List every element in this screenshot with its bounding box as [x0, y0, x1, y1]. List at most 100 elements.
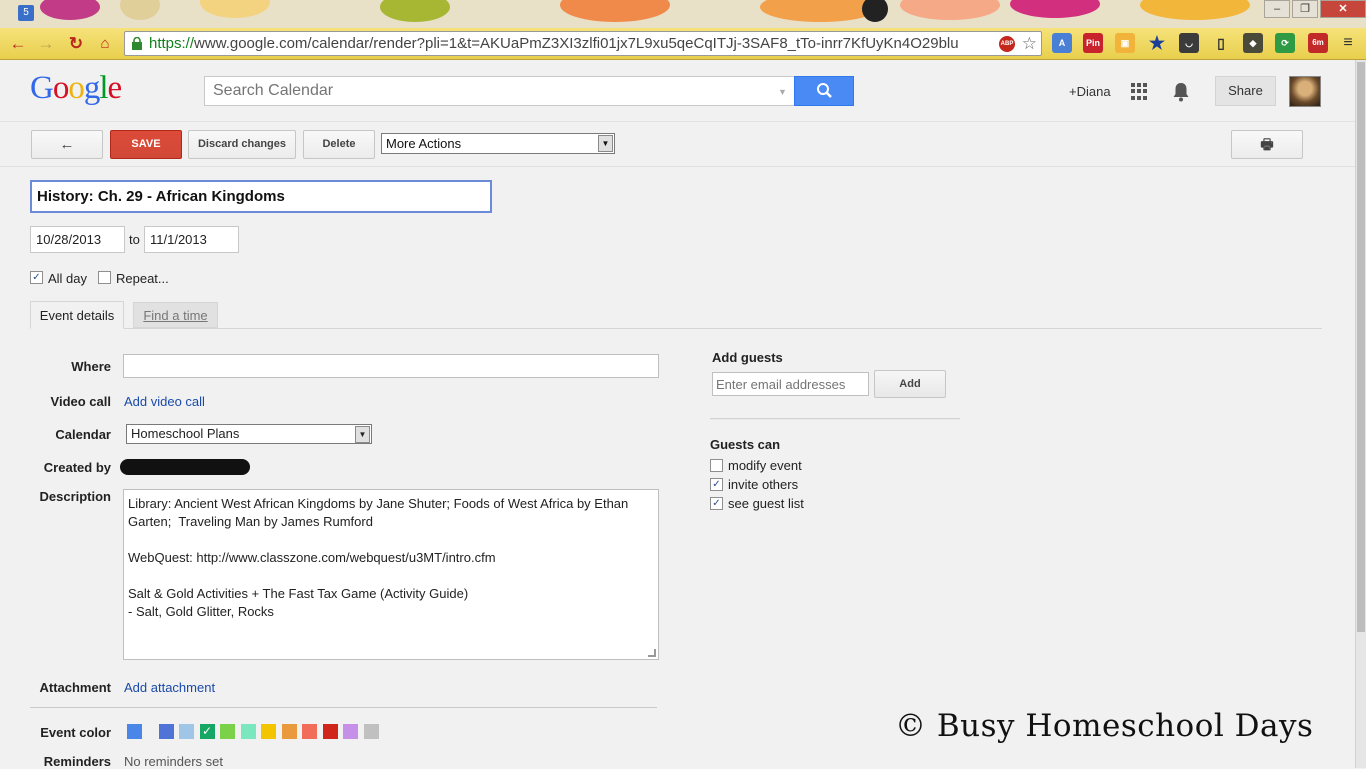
logo-letter: o	[52, 70, 69, 106]
description-textarea[interactable]: Library: Ancient West African Kingdoms b…	[123, 489, 659, 660]
resize-grip-icon[interactable]	[648, 649, 656, 657]
dropdown-arrow-icon: ▼	[598, 135, 613, 152]
decor-flower	[40, 0, 100, 20]
add-guests-title: Add guests	[712, 350, 783, 365]
forward-icon[interactable]: →	[36, 34, 56, 54]
lock-icon	[132, 37, 142, 50]
tab-find-a-time[interactable]: Find a time	[133, 302, 218, 328]
all-day-checkbox[interactable]: ✓	[30, 271, 43, 284]
more-actions-label: More Actions	[386, 136, 462, 151]
guest-email-input[interactable]	[712, 372, 869, 396]
event-color-swatch[interactable]: ✓	[199, 724, 215, 739]
guest-option-checkbox[interactable]: ✓	[710, 478, 723, 491]
video-call-label: Video call	[50, 394, 111, 409]
avatar[interactable]	[1289, 76, 1321, 107]
maximize-button[interactable]: ❐	[1292, 0, 1318, 18]
watermark-text: © Busy Homeschool Days	[895, 708, 1314, 744]
event-color-swatch[interactable]	[343, 724, 358, 739]
tag-icon[interactable]: ◆	[1243, 33, 1263, 53]
guest-option-label: invite others	[728, 477, 799, 492]
end-date-input[interactable]: 11/1/2013	[144, 226, 239, 253]
user-profile-link[interactable]: +Diana	[1069, 84, 1111, 99]
adblock-icon[interactable]: ABP	[999, 36, 1015, 52]
logo-letter: o	[68, 70, 84, 106]
dropdown-arrow-icon: ▼	[355, 426, 370, 443]
pocket-icon[interactable]: ◡	[1179, 33, 1199, 53]
event-color-swatch[interactable]	[363, 724, 379, 739]
google-logo[interactable]: Google	[30, 70, 123, 107]
where-label: Where	[71, 359, 111, 374]
guest-option-checkbox[interactable]	[710, 459, 723, 472]
event-color-swatch[interactable]	[220, 724, 235, 739]
more-actions-select[interactable]: More Actions ▼	[381, 133, 615, 154]
reminders-value: No reminders set	[124, 754, 223, 769]
save-button[interactable]: SAVE	[110, 130, 182, 159]
url-scheme: https://	[149, 35, 195, 52]
apps-grid-icon[interactable]	[1131, 83, 1148, 100]
redacted-creator	[120, 459, 250, 475]
decor-flower	[200, 0, 270, 18]
calendar-label: Calendar	[55, 427, 111, 442]
guest-option-checkbox[interactable]: ✓	[710, 497, 723, 510]
repeat-label: Repeat...	[116, 271, 169, 286]
tab-favicon[interactable]: 5	[18, 5, 34, 21]
repeat-checkbox[interactable]	[98, 271, 111, 284]
bookmark-star-icon[interactable]: ☆	[1022, 32, 1037, 55]
browser-toolbar: ← → ↻ ⌂ https://www.google.com/calendar/…	[0, 28, 1366, 60]
sync-icon[interactable]: ⟳	[1275, 33, 1295, 53]
pinterest-icon[interactable]: Pin	[1083, 33, 1103, 53]
scrollbar-thumb[interactable]	[1357, 62, 1365, 632]
tab-event-details[interactable]: Event details	[30, 301, 124, 329]
event-color-swatch[interactable]	[261, 724, 276, 739]
translate-icon[interactable]: A	[1052, 33, 1072, 53]
phone-icon[interactable]: ▯	[1211, 33, 1231, 53]
add-guest-button[interactable]: Add	[874, 370, 946, 398]
notifications-bell-icon[interactable]	[1172, 82, 1190, 102]
timer-icon[interactable]: 6m	[1308, 33, 1328, 53]
divider	[710, 418, 960, 420]
divider	[30, 707, 657, 708]
back-icon[interactable]: ←	[8, 34, 28, 54]
discard-changes-button[interactable]: Discard changes	[188, 130, 296, 159]
attachment-label: Attachment	[39, 680, 111, 695]
delete-button[interactable]: Delete	[303, 130, 375, 159]
event-color-swatch[interactable]	[240, 724, 256, 739]
all-day-label: All day	[48, 271, 88, 286]
menu-icon[interactable]: ≡	[1338, 33, 1358, 53]
window-controls: – ❐ ✕	[1262, 0, 1366, 20]
start-date-input[interactable]: 10/28/2013	[30, 226, 125, 253]
search-input[interactable]	[204, 76, 795, 106]
star-extension-icon[interactable]: ★	[1147, 33, 1167, 53]
reload-icon[interactable]: ↻	[66, 34, 86, 54]
search-icon	[817, 83, 832, 98]
event-title-input[interactable]	[30, 180, 492, 213]
print-button[interactable]: 🖶	[1231, 130, 1303, 159]
share-button[interactable]: Share	[1215, 76, 1276, 106]
where-input[interactable]	[123, 354, 659, 378]
event-color-swatch[interactable]	[302, 724, 317, 739]
extension-icon[interactable]: ▣	[1115, 33, 1135, 53]
event-color-swatch[interactable]	[127, 724, 142, 739]
search-button[interactable]	[794, 76, 854, 106]
logo-letter: e	[107, 70, 123, 106]
event-color-swatch[interactable]	[281, 724, 297, 739]
description-text: Library: Ancient West African Kingdoms b…	[128, 496, 629, 619]
decor-flower	[120, 0, 160, 20]
add-video-call-link[interactable]: Add video call	[124, 394, 205, 409]
calendar-select[interactable]: Homeschool Plans ▼	[126, 424, 372, 444]
add-attachment-link[interactable]: Add attachment	[124, 680, 215, 695]
back-to-calendar-button[interactable]: ←	[31, 130, 103, 159]
home-icon[interactable]: ⌂	[95, 34, 115, 54]
event-color-swatch[interactable]	[158, 724, 174, 739]
guest-option-label: modify event	[728, 458, 802, 473]
address-bar[interactable]: https://www.google.com/calendar/render?p…	[124, 31, 1042, 56]
decor-flower	[1140, 0, 1250, 20]
close-button[interactable]: ✕	[1320, 0, 1366, 18]
google-bar: Google ▼ +Diana Share	[0, 60, 1355, 122]
description-label: Description	[39, 489, 111, 504]
minimize-button[interactable]: –	[1264, 0, 1290, 18]
event-color-swatch[interactable]	[322, 724, 338, 739]
page-scrollbar[interactable]	[1355, 60, 1366, 768]
event-color-swatch[interactable]	[179, 724, 194, 739]
search-options-icon[interactable]: ▼	[778, 87, 787, 97]
